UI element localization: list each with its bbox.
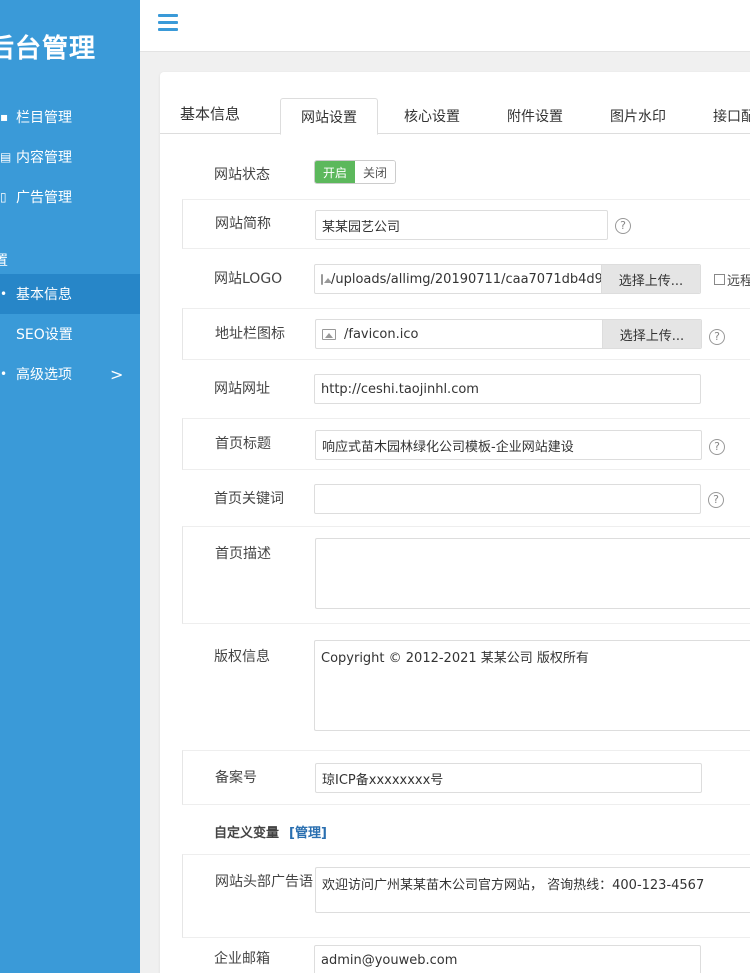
tab-core-settings[interactable]: 核心设置 (382, 98, 482, 134)
field-label: 备案号 (215, 770, 257, 786)
help-icon[interactable]: ? (615, 218, 631, 234)
tab-attachment-settings[interactable]: 附件设置 (485, 98, 585, 134)
remote-checkbox-group[interactable]: 远程 (714, 270, 750, 289)
sidebar-item-ad-manage[interactable]: ▯ 广告管理 (0, 177, 140, 217)
sidebar-item-advanced[interactable]: • 高级选项 > (0, 354, 140, 394)
help-icon[interactable]: ? (709, 329, 725, 345)
keywords-input[interactable] (314, 484, 701, 514)
favicon-path-value: /favicon.ico (344, 326, 419, 342)
form-row-email: 企业邮箱 admin@youweb.com (182, 942, 750, 973)
dot-icon: • (0, 367, 8, 381)
logo-path-input[interactable]: /uploads/allimg/20190711/caa7071db4d9 选择… (314, 264, 701, 294)
field-label: 网站网址 (214, 381, 270, 397)
custom-variables-header: 自定义变量 [管理] (182, 816, 750, 846)
manage-link[interactable]: [管理] (289, 826, 327, 841)
sidebar: 后台管理 ▪ 栏目管理 ▤ 内容管理 ▯ 广告管理 置 • 基本信息 SEO设置… (0, 0, 140, 973)
custom-variables-title: 自定义变量 [管理] (214, 826, 327, 841)
site-url-input[interactable]: http://ceshi.taojinhl.com (314, 374, 701, 404)
field-label: 地址栏图标 (215, 326, 285, 342)
form-row-short-name: 网站简称 某某园艺公司 ? (182, 199, 750, 249)
list-icon: ▪ (0, 110, 9, 124)
form-row-home-title: 首页标题 响应式苗木园林绿化公司模板-企业网站建设 ? (182, 418, 750, 470)
ad-icon: ▯ (0, 190, 7, 204)
header-ad-textarea[interactable]: 欢迎访问广州某某苗木公司官方网站， 咨询热线：400-123-4567 (315, 867, 750, 913)
copyright-textarea[interactable]: Copyright © 2012-2021 某某公司 版权所有 (314, 640, 750, 731)
form-row-description: 首页描述 (182, 526, 750, 624)
field-label: 网站状态 (214, 167, 270, 183)
form-row-keywords: 首页关键词 ? (182, 478, 750, 518)
tab-image-watermark[interactable]: 图片水印 (588, 98, 688, 134)
remote-checkbox[interactable] (714, 274, 725, 285)
field-label: 网站头部广告语 (215, 874, 313, 890)
short-name-input[interactable]: 某某园艺公司 (315, 210, 608, 240)
field-label: 首页描述 (215, 546, 271, 562)
field-label: 首页标题 (215, 436, 271, 452)
form-row-status: 网站状态 开启 关闭 (182, 160, 750, 190)
status-on-option[interactable]: 开启 (315, 161, 356, 183)
favicon-path-input[interactable]: /favicon.ico 选择上传... (315, 319, 702, 349)
field-label: 网站简称 (215, 216, 271, 232)
remote-label: 远程 (727, 274, 750, 289)
tab-api-config[interactable]: 接口配 (691, 98, 750, 134)
image-icon (322, 328, 336, 340)
top-header (140, 0, 750, 52)
form-row-url: 网站网址 http://ceshi.taojinhl.com (182, 368, 750, 408)
description-textarea[interactable] (315, 538, 750, 609)
sidebar-item-seo[interactable]: SEO设置 (0, 314, 140, 354)
field-label: 企业邮箱 (214, 951, 270, 967)
sidebar-section-label: 置 (0, 253, 8, 269)
dot-icon: • (0, 287, 8, 301)
home-title-input[interactable]: 响应式苗木园林绿化公司模板-企业网站建设 (315, 430, 702, 460)
logo-path-value: /uploads/allimg/20190711/caa7071db4d9 (331, 271, 603, 287)
help-icon[interactable]: ? (709, 439, 725, 455)
chevron-right-icon: > (110, 364, 124, 384)
sidebar-item-basic-info[interactable]: • 基本信息 (0, 274, 140, 314)
help-icon[interactable]: ? (708, 492, 724, 508)
form-row-icp: 备案号 琼ICP备xxxxxxxx号 (182, 750, 750, 805)
field-label: 版权信息 (214, 649, 270, 665)
sidebar-item-content-manage[interactable]: ▤ 内容管理 (0, 137, 140, 177)
tab-site-settings[interactable]: 网站设置 (280, 98, 378, 135)
tab-bar: 基本信息 网站设置 核心设置 附件设置 图片水印 接口配 (160, 72, 750, 135)
logo-upload-button[interactable]: 选择上传... (601, 265, 700, 293)
field-label: 网站LOGO (214, 271, 283, 287)
icp-input[interactable]: 琼ICP备xxxxxxxx号 (315, 763, 702, 793)
image-icon (321, 273, 332, 285)
brand-title: 后台管理 (0, 34, 97, 64)
sidebar-item-column-manage[interactable]: ▪ 栏目管理 (0, 97, 140, 137)
field-label: 首页关键词 (214, 491, 284, 507)
settings-panel: 基本信息 网站设置 核心设置 附件设置 图片水印 接口配 网站状态 开启 关闭 … (160, 72, 750, 973)
panel-section-title: 基本信息 (180, 105, 241, 123)
form-row-header-ad: 网站头部广告语 欢迎访问广州某某苗木公司官方网站， 咨询热线：400-123-4… (182, 854, 750, 938)
form-row-logo: 网站LOGO /uploads/allimg/20190711/caa7071d… (182, 258, 750, 298)
status-toggle[interactable]: 开启 关闭 (314, 160, 397, 184)
email-input[interactable]: admin@youweb.com (314, 945, 701, 973)
status-off-option[interactable]: 关闭 (355, 161, 396, 183)
favicon-upload-button[interactable]: 选择上传... (602, 320, 701, 348)
form-row-favicon: 地址栏图标 /favicon.ico 选择上传... ? (182, 308, 750, 360)
menu-toggle-icon[interactable] (158, 14, 178, 34)
form-row-copyright: 版权信息 Copyright © 2012-2021 某某公司 版权所有 (182, 634, 750, 738)
document-icon: ▤ (0, 150, 12, 164)
